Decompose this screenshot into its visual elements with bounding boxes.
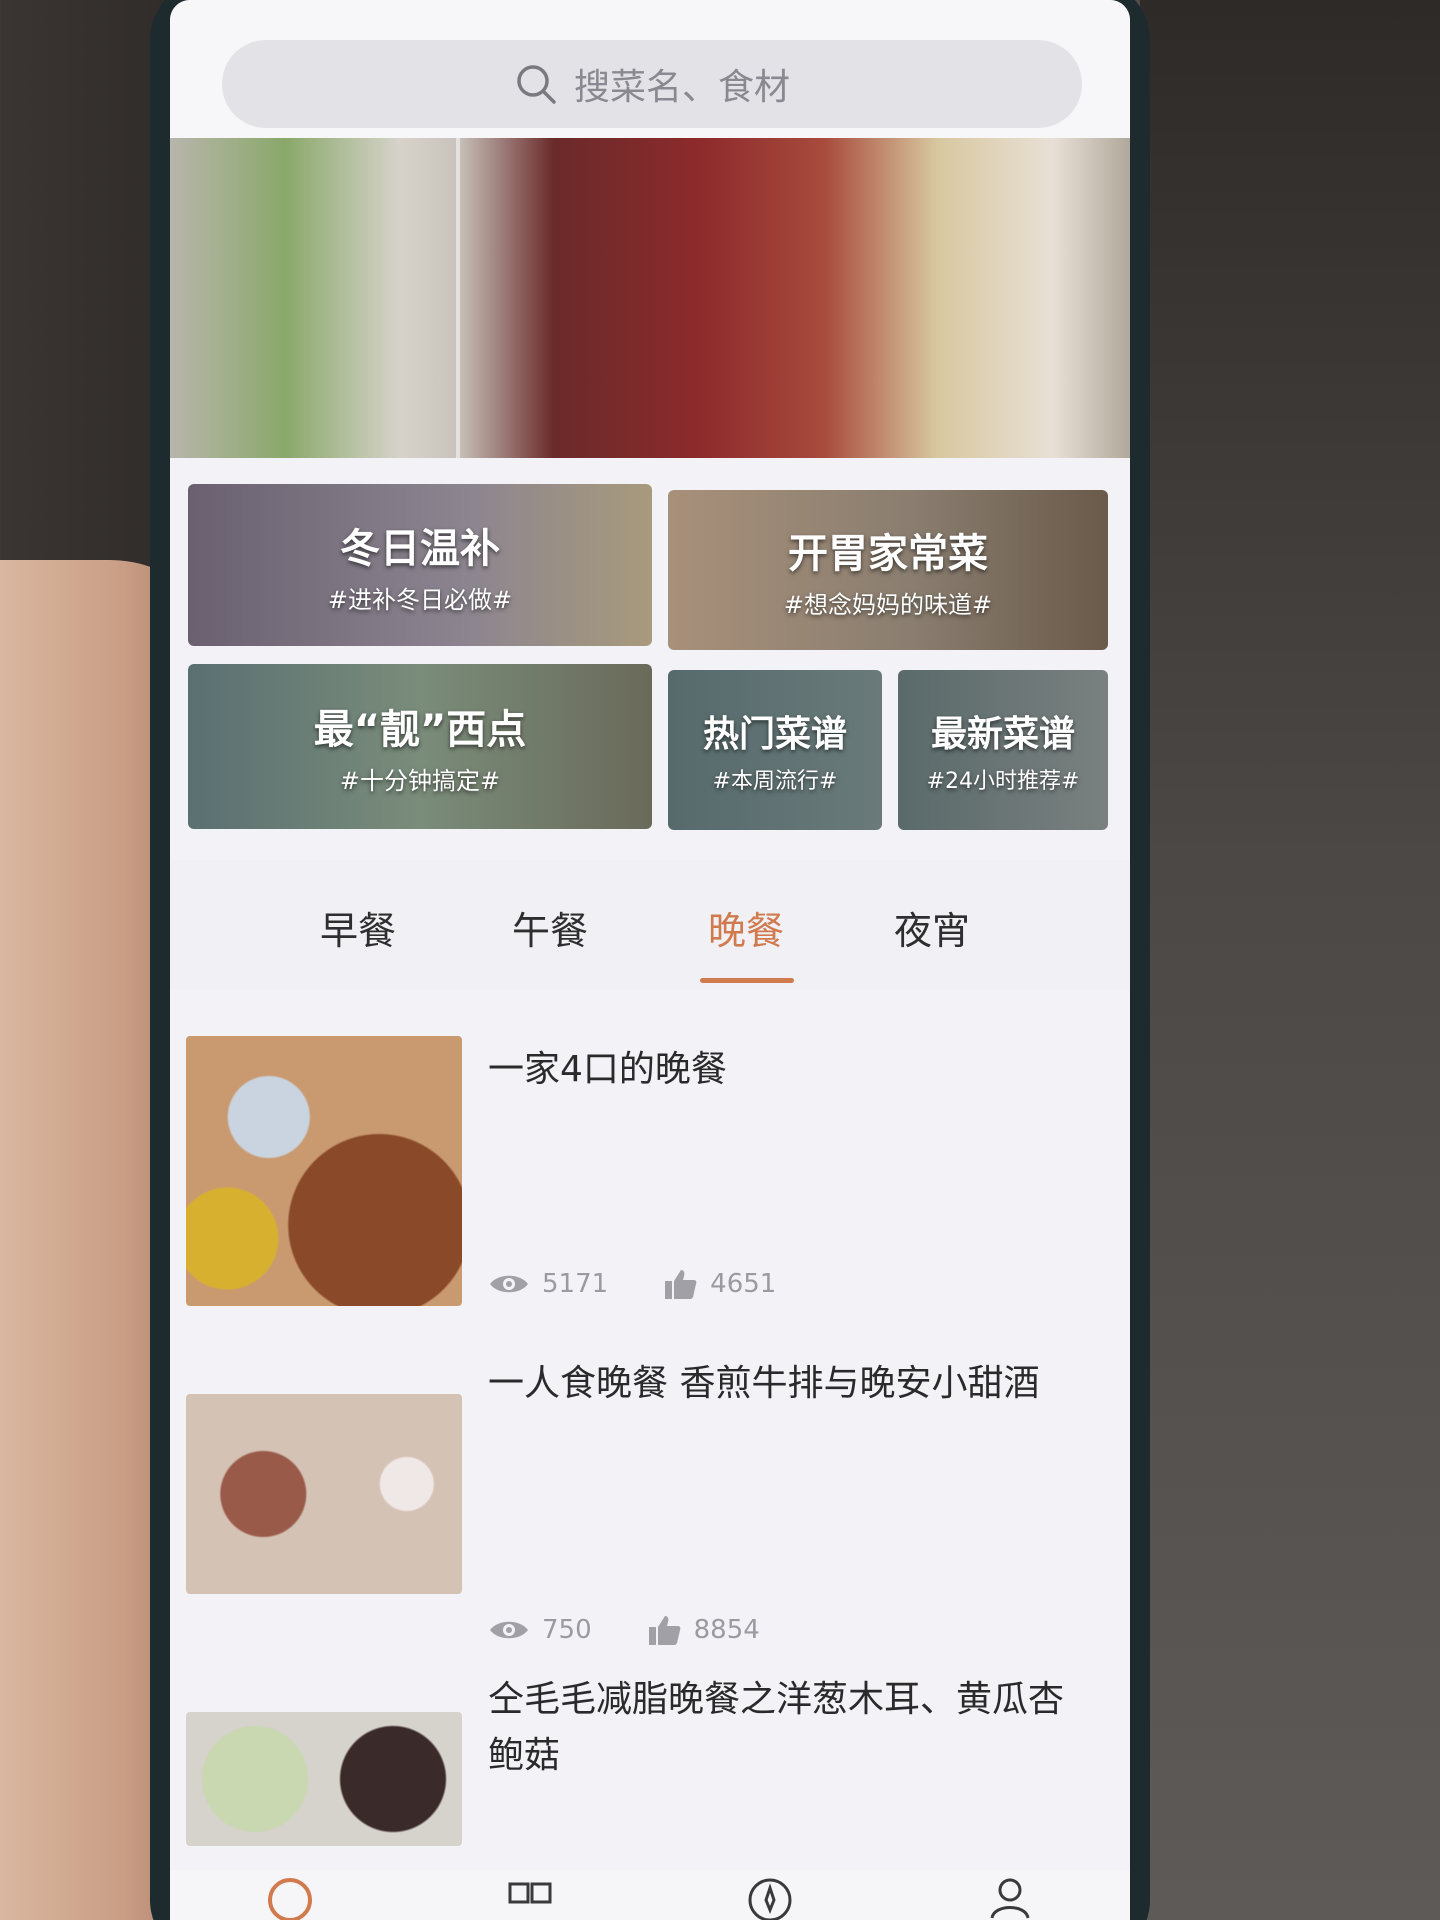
recipe-thumbnail [186,1394,462,1594]
view-count: 5171 [488,1269,608,1299]
category-title: 最“靓”西点 [313,707,527,753]
category-tag: #十分钟搞定# [339,767,501,795]
category-title: 最新菜谱 [930,714,1075,755]
active-tab-indicator [700,978,794,983]
category-tag: #想念妈妈的味道# [783,590,993,619]
search-bar[interactable]: 搜菜名、食材 [222,40,1082,128]
like-count: 8854 [648,1614,760,1646]
recipe-thumbnail [186,1036,462,1306]
category-grid: 冬日温补 #进补冬日必做# 开胃家常菜 #想念妈妈的味道# 最“靓”西点 #十分… [188,484,1108,830]
tab-lunch[interactable]: 午餐 [480,900,620,955]
discover-icon[interactable] [740,1870,800,1920]
like-count: 4651 [664,1268,776,1300]
category-card[interactable]: 最新菜谱 #24小时推荐# [898,670,1108,830]
category-card[interactable]: 最“靓”西点 #十分钟搞定# [188,664,652,829]
search-placeholder: 搜菜名、食材 [573,67,790,108]
category-card[interactable]: 热门菜谱 #本周流行# [668,670,882,830]
thumbs-up-icon [665,1270,697,1299]
category-title: 冬日温补 [340,525,500,572]
eye-icon [490,1275,528,1293]
background-right [1140,0,1440,1920]
recipe-title: 一家4口的晚餐 [488,1049,727,1090]
tab-breakfast[interactable]: 早餐 [288,900,428,955]
category-card[interactable]: 冬日温补 #进补冬日必做# [188,484,652,646]
tab-late-night[interactable]: 夜宵 [862,900,1002,955]
eye-icon [490,1621,528,1639]
category-title: 开胃家常菜 [788,530,988,577]
like-count-value: 8854 [693,1615,760,1645]
hero-banner[interactable] [170,138,1130,458]
category-tag: #本周流行# [712,769,838,794]
meal-tabs: 早餐 午餐 晚餐 夜宵 [170,860,1130,990]
tab-dinner[interactable]: 晚餐 [676,900,816,955]
category-title: 热门菜谱 [702,714,847,755]
profile-icon[interactable] [980,1870,1040,1920]
category-card[interactable]: 开胃家常菜 #想念妈妈的味道# [668,490,1108,650]
recipe-thumbnail [186,1712,462,1846]
view-count-value: 5171 [542,1269,609,1299]
search-icon [517,65,556,104]
banner-divider [456,138,460,458]
bottom-nav [170,1870,1130,1920]
recipe-stats: 5171 4651 [488,1268,832,1300]
view-count: 750 [488,1615,592,1645]
category-tag: #进补冬日必做# [327,585,513,614]
phone-screen: 搜菜名、食材 冬日温补 #进补冬日必做# 开胃家常菜 #想念妈妈的味道# 最“靓… [170,0,1130,1920]
thumbs-up-icon [648,1616,681,1645]
category-tag: #24小时推荐# [926,769,1080,794]
recipe-stats: 750 8854 [488,1614,816,1646]
recipe-title: 仝毛毛减脂晚餐之洋葱木耳、黄瓜杏鲍菇 [488,1679,1065,1776]
view-count-value: 750 [542,1615,592,1645]
recipe-title: 一人食晚餐 香煎牛排与晚安小甜酒 [488,1363,1040,1404]
home-icon[interactable] [260,1870,320,1920]
category-icon[interactable] [500,1870,560,1920]
like-count-value: 4651 [710,1269,777,1299]
